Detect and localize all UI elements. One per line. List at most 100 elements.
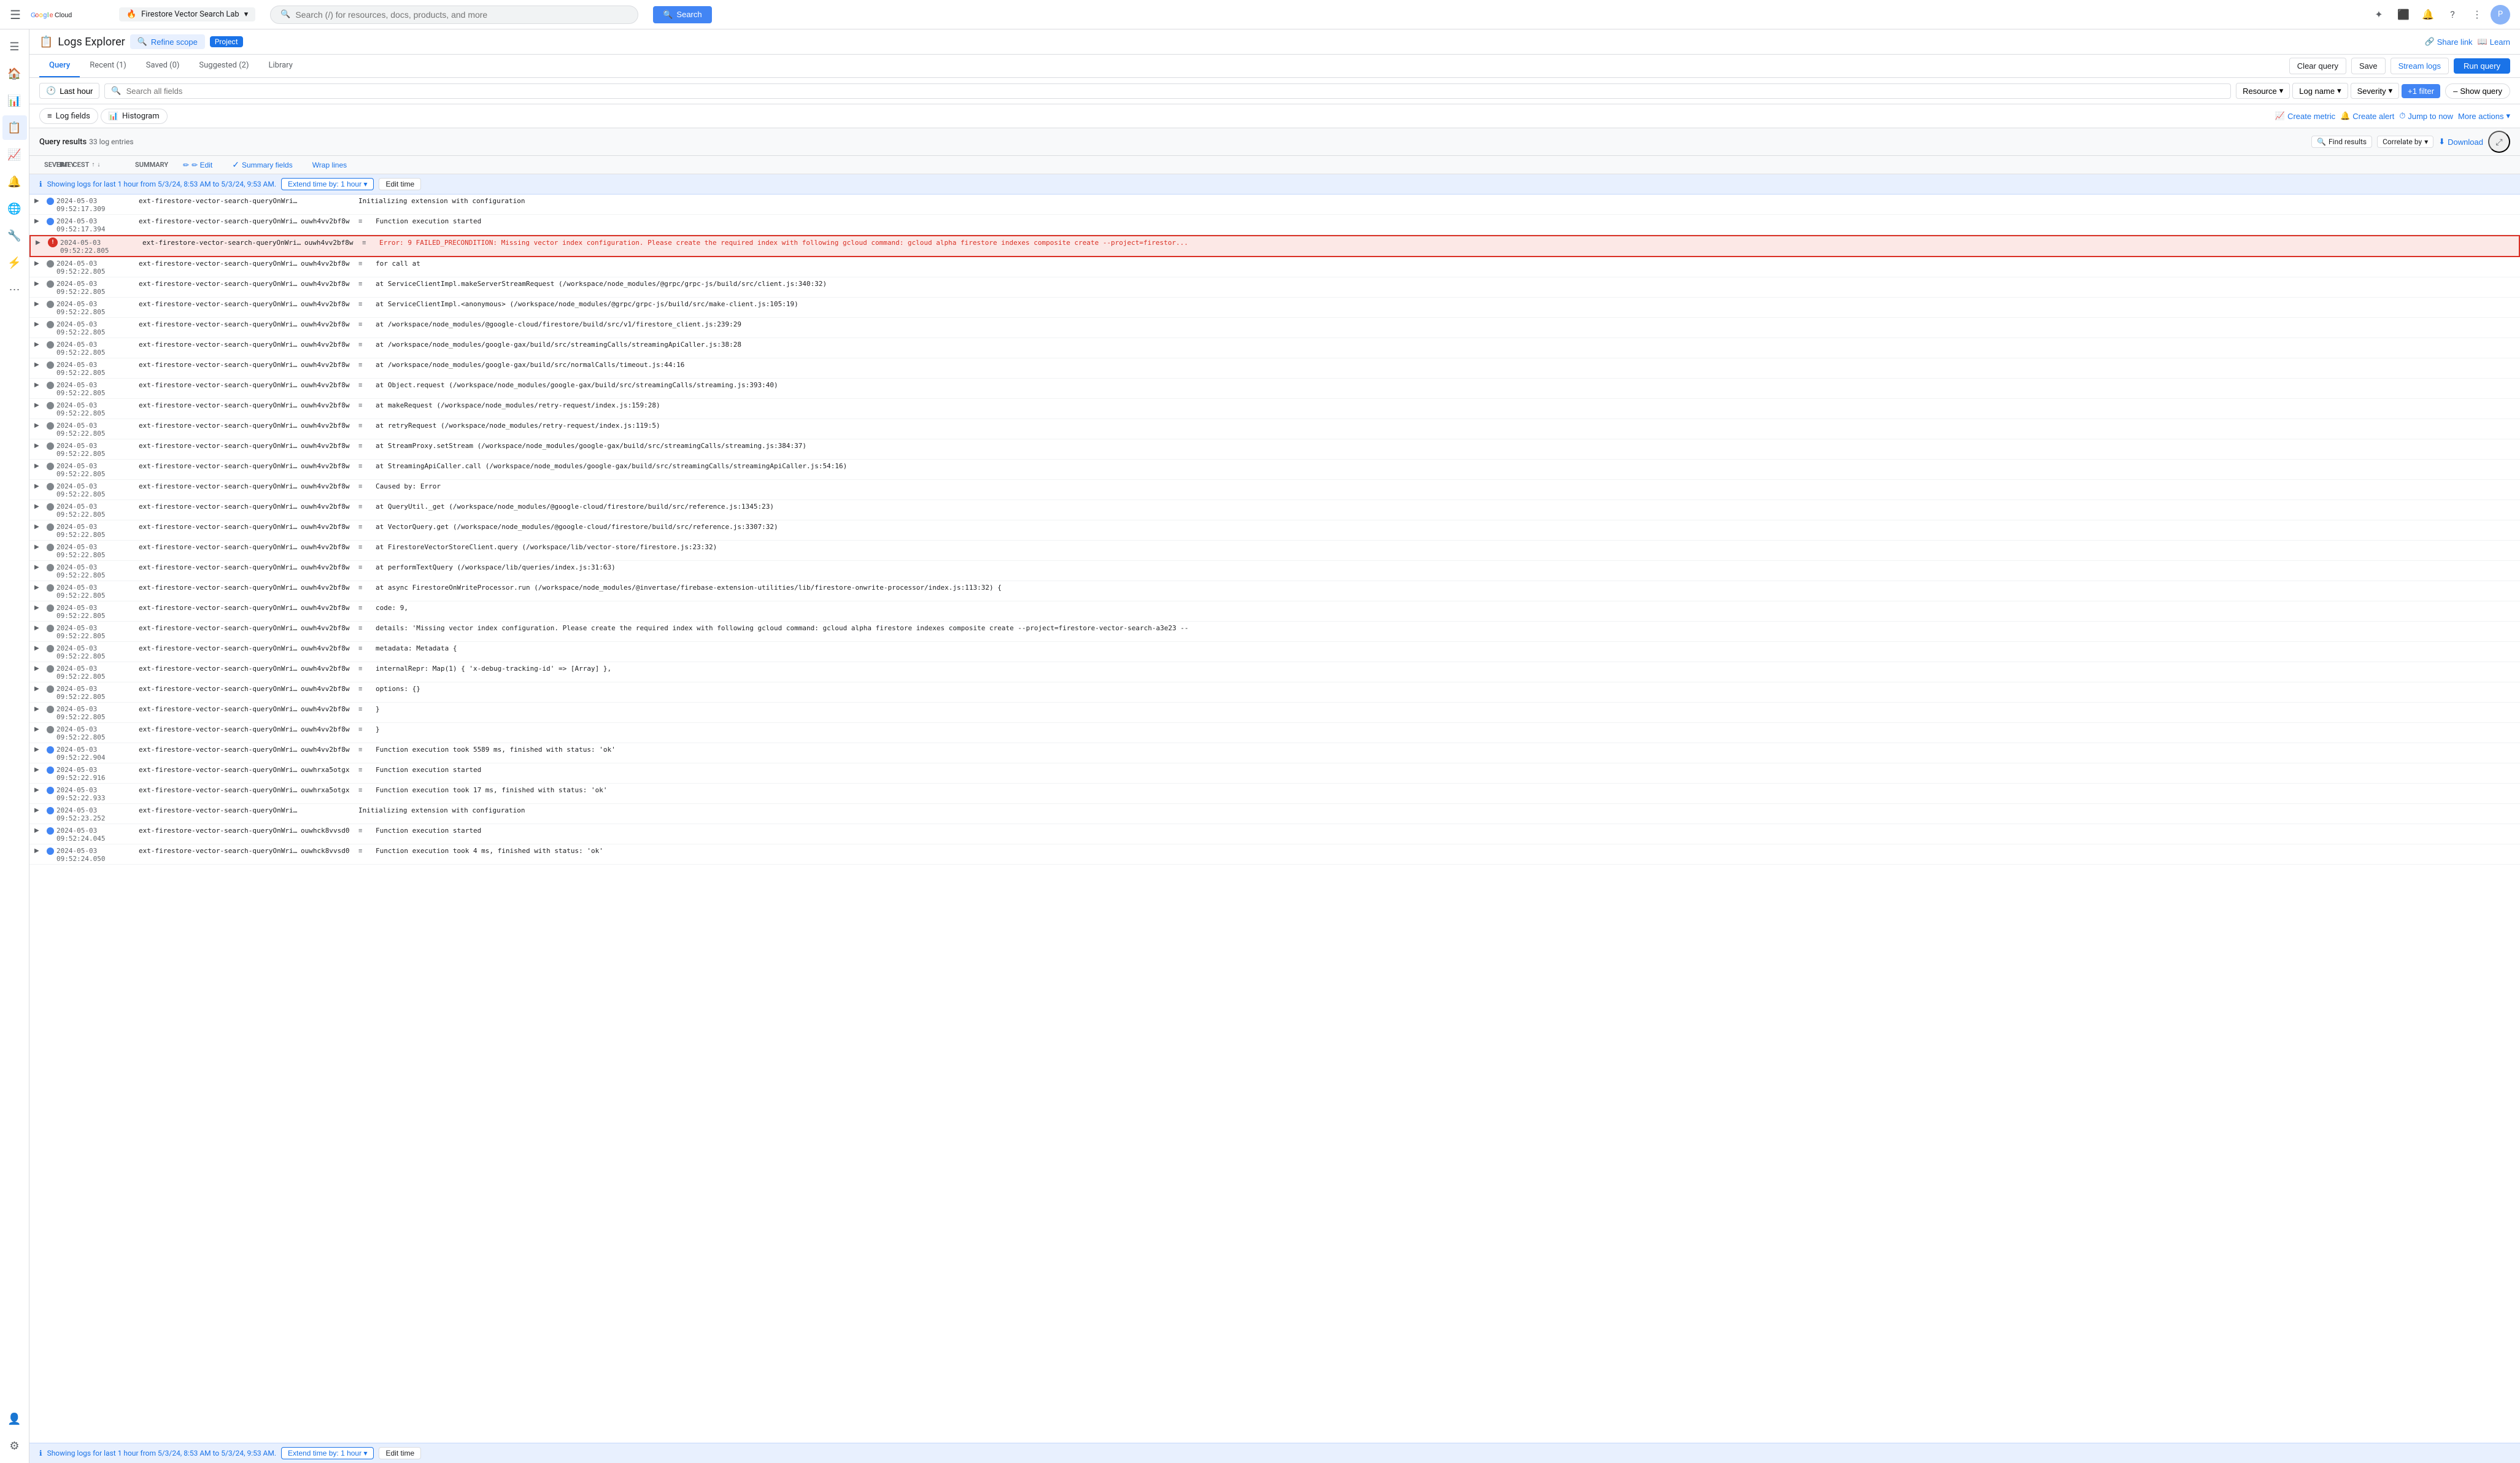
log-row-expand-icon[interactable]: ▶ [34, 279, 44, 287]
log-row[interactable]: ▶2024-05-03 09:52:22.805ext-firestore-ve… [29, 601, 2520, 622]
edit-summary-button[interactable]: ✏ ✏ Edit [178, 158, 217, 172]
log-row[interactable]: ▶2024-05-03 09:52:22.805ext-firestore-ve… [29, 277, 2520, 298]
sidebar-icon-network[interactable]: 🌐 [2, 196, 27, 221]
clear-query-button[interactable]: Clear query [2289, 58, 2346, 74]
log-row[interactable]: ▶2024-05-03 09:52:22.916ext-firestore-ve… [29, 763, 2520, 784]
sidebar-icon-menu[interactable]: ☰ [2, 34, 27, 59]
log-row[interactable]: ▶2024-05-03 09:52:22.805ext-firestore-ve… [29, 703, 2520, 723]
log-row[interactable]: ▶2024-05-03 09:52:22.805ext-firestore-ve… [29, 379, 2520, 399]
log-row[interactable]: ▶2024-05-03 09:52:22.805ext-firestore-ve… [29, 318, 2520, 338]
jump-to-now-button[interactable]: ⏱ Jump to now [2399, 111, 2453, 121]
log-row[interactable]: ▶2024-05-03 09:52:24.045ext-firestore-ve… [29, 824, 2520, 844]
log-row[interactable]: ▶2024-05-03 09:52:22.805ext-firestore-ve… [29, 460, 2520, 480]
bottom-edit-time-button[interactable]: Edit time [379, 1447, 421, 1459]
hamburger-menu-icon[interactable]: ☰ [10, 7, 21, 22]
stream-logs-button[interactable]: Stream logs [2391, 58, 2449, 74]
user-avatar[interactable]: P [2491, 5, 2510, 25]
cloud-shell-icon[interactable]: ⬛ [2392, 4, 2414, 26]
sidebar-icon-settings[interactable]: ⚙ [2, 1434, 27, 1458]
log-row[interactable]: ▶2024-05-03 09:52:22.933ext-firestore-ve… [29, 784, 2520, 804]
log-row-expand-icon[interactable]: ▶ [34, 501, 44, 510]
log-row-expand-icon[interactable]: ▶ [34, 380, 44, 388]
sidebar-icon-alerts[interactable]: 🔔 [2, 169, 27, 194]
log-row-expand-icon[interactable]: ▶ [34, 785, 44, 793]
log-row-expand-icon[interactable]: ▶ [34, 461, 44, 469]
help-icon[interactable]: ? [2441, 4, 2464, 26]
log-row-expand-icon[interactable]: ▶ [34, 216, 44, 225]
log-row-expand-icon[interactable]: ▶ [34, 522, 44, 530]
create-metric-button[interactable]: 📈 Create metric [2275, 111, 2335, 121]
log-row-expand-icon[interactable]: ▶ [34, 663, 44, 672]
log-row[interactable]: ▶2024-05-03 09:52:22.805ext-firestore-ve… [29, 338, 2520, 358]
time-sort-asc-icon[interactable]: ↑ [91, 161, 95, 168]
log-row-expand-icon[interactable]: ▶ [34, 562, 44, 571]
log-row-expand-icon[interactable]: ▶ [34, 319, 44, 328]
log-row[interactable]: ▶2024-05-03 09:52:22.805ext-firestore-ve… [29, 642, 2520, 662]
log-row[interactable]: ▶2024-05-03 09:52:22.805ext-firestore-ve… [29, 480, 2520, 500]
sidebar-icon-plugins[interactable]: ⚡ [2, 250, 27, 275]
refine-scope-button[interactable]: 🔍 Refine scope [130, 34, 205, 49]
summary-fields-button[interactable]: ✓ Summary fields [227, 157, 297, 172]
time-filter-button[interactable]: 🕐 Last hour [39, 83, 99, 99]
download-button[interactable]: ⬇ Download [2438, 137, 2483, 147]
correlate-by-bar[interactable]: Correlate by ▾ [2377, 136, 2433, 148]
tab-suggested[interactable]: Suggested (2) [189, 55, 258, 77]
log-row[interactable]: ▶!2024-05-03 09:52:22.805ext-firestore-v… [29, 235, 2520, 257]
time-sort-desc-icon[interactable]: ↓ [97, 161, 100, 168]
log-row-expand-icon[interactable]: ▶ [34, 441, 44, 449]
edit-time-button[interactable]: Edit time [379, 178, 421, 190]
log-row-expand-icon[interactable]: ▶ [34, 724, 44, 733]
show-query-button[interactable]: – Show query [2445, 83, 2510, 99]
log-row[interactable]: ▶2024-05-03 09:52:22.805ext-firestore-ve… [29, 500, 2520, 520]
extend-time-button[interactable]: Extend time by: 1 hour ▾ [281, 178, 374, 190]
log-row[interactable]: ▶2024-05-03 09:52:24.050ext-firestore-ve… [29, 844, 2520, 865]
notifications-icon[interactable]: 🔔 [2417, 4, 2439, 26]
sidebar-icon-home[interactable]: 🏠 [2, 61, 27, 86]
time-col-header[interactable]: TIME CEST ↑ ↓ [55, 161, 135, 169]
log-row[interactable]: ▶2024-05-03 09:52:22.805ext-firestore-ve… [29, 419, 2520, 439]
log-row-expand-icon[interactable]: ▶ [34, 400, 44, 409]
log-row-expand-icon[interactable]: ▶ [34, 420, 44, 429]
log-row[interactable]: ▶2024-05-03 09:52:22.904ext-firestore-ve… [29, 743, 2520, 763]
log-row[interactable]: ▶2024-05-03 09:52:23.252ext-firestore-ve… [29, 804, 2520, 824]
tab-query[interactable]: Query [39, 55, 80, 77]
log-row-expand-icon[interactable]: ▶ [34, 299, 44, 307]
sidebar-icon-traces[interactable]: ⋯ [2, 277, 27, 302]
settings-icon[interactable]: ⋮ [2466, 4, 2488, 26]
tab-recent[interactable]: Recent (1) [80, 55, 136, 77]
log-row-expand-icon[interactable]: ▶ [34, 360, 44, 368]
tab-library[interactable]: Library [259, 55, 303, 77]
log-row[interactable]: ▶2024-05-03 09:52:22.805ext-firestore-ve… [29, 298, 2520, 318]
log-row-expand-icon[interactable]: ▶ [34, 744, 44, 753]
log-row[interactable]: ▶2024-05-03 09:52:22.805ext-firestore-ve… [29, 439, 2520, 460]
log-name-filter-button[interactable]: Log name ▾ [2292, 83, 2348, 99]
log-row[interactable]: ▶2024-05-03 09:52:17.394ext-firestore-ve… [29, 215, 2520, 235]
log-row-expand-icon[interactable]: ▶ [34, 825, 44, 834]
resource-filter-button[interactable]: Resource ▾ [2236, 83, 2290, 99]
search-all-fields-input[interactable] [126, 87, 2225, 96]
log-row[interactable]: ▶2024-05-03 09:52:22.805ext-firestore-ve… [29, 257, 2520, 277]
log-row[interactable]: ▶2024-05-03 09:52:22.805ext-firestore-ve… [29, 662, 2520, 682]
log-row-expand-icon[interactable]: ▶ [36, 237, 45, 246]
log-row[interactable]: ▶2024-05-03 09:52:22.805ext-firestore-ve… [29, 581, 2520, 601]
log-row-expand-icon[interactable]: ▶ [34, 704, 44, 712]
log-row[interactable]: ▶2024-05-03 09:52:17.309ext-firestore-ve… [29, 195, 2520, 215]
share-link-button[interactable]: 🔗 Share link [2425, 37, 2473, 47]
log-row-expand-icon[interactable]: ▶ [34, 846, 44, 854]
log-row[interactable]: ▶2024-05-03 09:52:22.805ext-firestore-ve… [29, 520, 2520, 541]
log-row[interactable]: ▶2024-05-03 09:52:22.805ext-firestore-ve… [29, 682, 2520, 703]
log-row[interactable]: ▶2024-05-03 09:52:22.805ext-firestore-ve… [29, 358, 2520, 379]
log-row-expand-icon[interactable]: ▶ [34, 684, 44, 692]
histogram-toggle[interactable]: 📊 Histogram [101, 109, 168, 124]
sidebar-icon-profiler[interactable]: 👤 [2, 1407, 27, 1431]
log-row-expand-icon[interactable]: ▶ [34, 542, 44, 550]
log-row[interactable]: ▶2024-05-03 09:52:22.805ext-firestore-ve… [29, 399, 2520, 419]
sidebar-icon-metrics[interactable]: 📈 [2, 142, 27, 167]
log-row-expand-icon[interactable]: ▶ [34, 805, 44, 814]
bottom-extend-time-button[interactable]: Extend time by: 1 hour ▾ [281, 1447, 374, 1459]
expand-button[interactable]: ⤢ [2488, 131, 2510, 153]
run-query-button[interactable]: Run query [2454, 58, 2510, 74]
log-row-expand-icon[interactable]: ▶ [34, 481, 44, 490]
log-fields-toggle[interactable]: ≡ Log fields [39, 108, 98, 124]
save-button[interactable]: Save [2351, 58, 2386, 74]
